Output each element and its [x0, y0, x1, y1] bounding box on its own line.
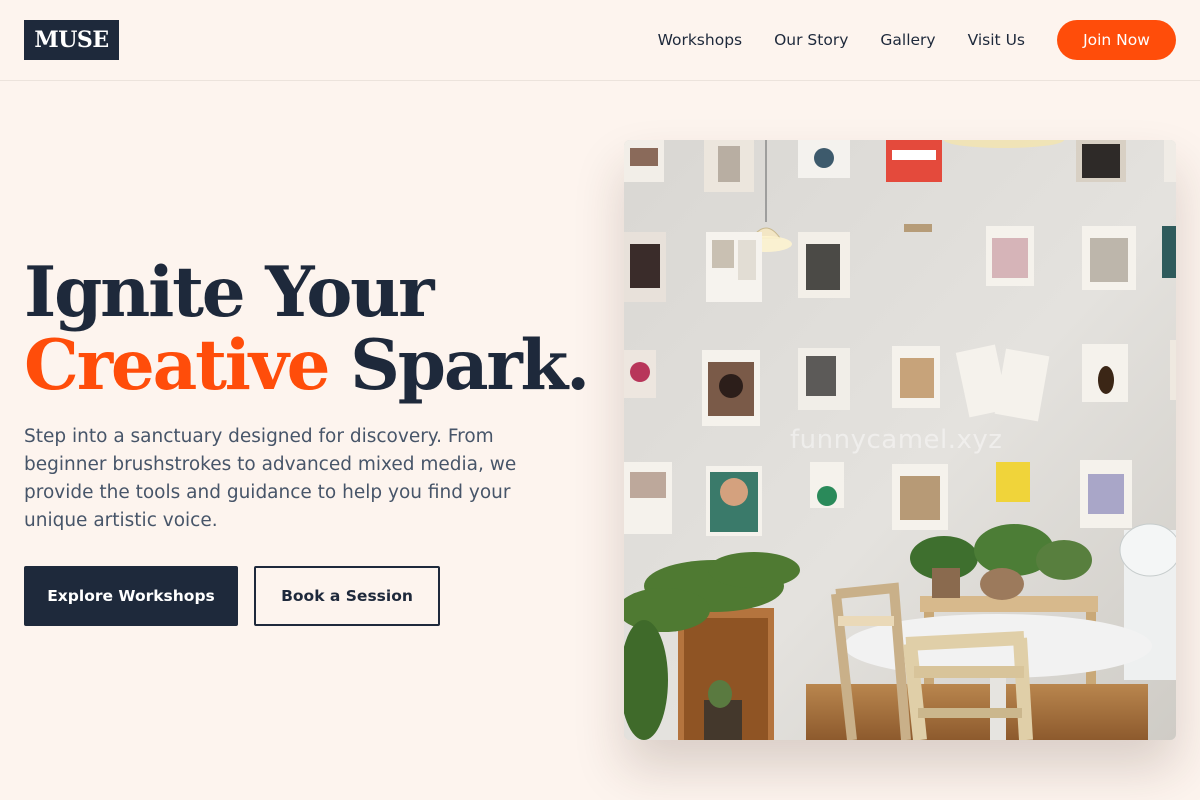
nav-link-our-story[interactable]: Our Story	[774, 31, 848, 49]
hero-description: Step into a sanctuary designed for disco…	[24, 426, 517, 531]
book-session-button[interactable]: Book a Session	[254, 566, 440, 626]
main-nav: Workshops Our Story Gallery Visit Us Joi…	[658, 20, 1176, 60]
hero-title-line-1: Ignite Your	[24, 252, 434, 333]
nav-link-workshops[interactable]: Workshops	[658, 31, 743, 49]
explore-workshops-button[interactable]: Explore Workshops	[24, 566, 238, 626]
nav-link-gallery[interactable]: Gallery	[880, 31, 935, 49]
hero-title-accent: Creative	[24, 325, 331, 406]
hero-image: funnycamel.xyz	[624, 140, 1176, 740]
brand-logo[interactable]: MUSE	[24, 20, 119, 60]
nav-link-visit-us[interactable]: Visit Us	[968, 31, 1025, 49]
hero-title: Ignite Your Creative Spark.	[24, 252, 590, 402]
join-now-button[interactable]: Join Now	[1057, 20, 1176, 60]
hero-title-line-2: Creative Spark.	[24, 329, 590, 402]
site-header: MUSE Workshops Our Story Gallery Visit U…	[0, 0, 1200, 81]
image-watermark: funnycamel.xyz	[790, 425, 1003, 455]
hero-title-rest: Spark.	[328, 325, 590, 406]
